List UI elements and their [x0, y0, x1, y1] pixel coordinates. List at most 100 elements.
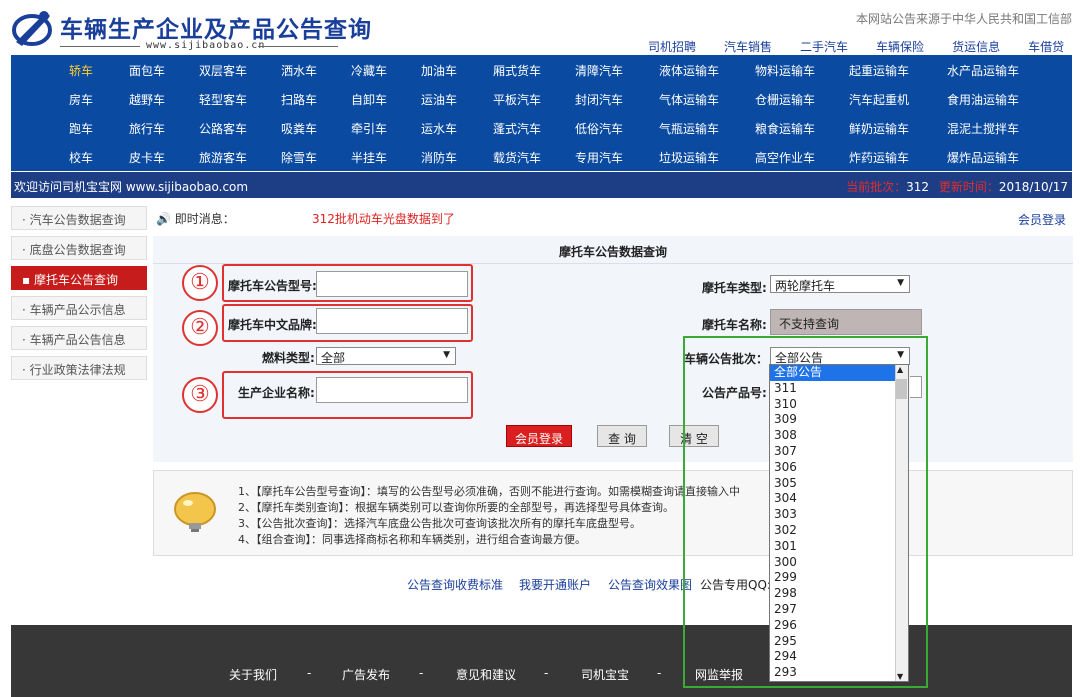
nav-item[interactable]: 汽车起重机: [849, 91, 909, 108]
type-value: 两轮摩托车: [775, 279, 836, 293]
site-title: 车辆生产企业及产品公告查询: [60, 17, 372, 43]
top-link-freight[interactable]: 货运信息: [952, 38, 1000, 55]
sidebar-item-product-publicity[interactable]: · 车辆产品公示信息: [11, 296, 147, 320]
nav-row: 房车 越野车 轻型客车 扫路车 自卸车 运油车 平板汽车 封闭汽车 气体运输车 仓栅运输车 汽车起重…: [11, 84, 1072, 113]
highlight-box-green: [683, 336, 928, 688]
nav-row: 校车 皮卡车 旅游客车 除雪车 半挂车 消防车 载货汽车 专用汽车 垃圾运输车 高空作业车 炸药运输…: [11, 142, 1072, 171]
nav-item[interactable]: 半挂车: [351, 149, 387, 166]
nav-item[interactable]: 运水车: [421, 120, 457, 137]
sidebar-item-product-announcement[interactable]: · 车辆产品公告信息: [11, 326, 147, 350]
nav-item[interactable]: 气瓶运输车: [659, 120, 719, 137]
nav-item[interactable]: 旅行车: [129, 120, 165, 137]
footer-sijibaobao[interactable]: 司机宝宝: [581, 666, 629, 683]
sidebar-item-label: 底盘公告数据查询: [29, 243, 126, 257]
link-pricing[interactable]: 公告查询收费标准: [407, 576, 503, 593]
nav-item[interactable]: 低俗汽车: [575, 120, 623, 137]
sidebar-item-label: 车辆产品公告信息: [29, 333, 126, 347]
query-button[interactable]: 查 询: [597, 425, 647, 447]
top-links: 司机招聘 汽车销售 二手汽车 车辆保险 货运信息 车借贷: [648, 38, 1080, 55]
footer-about[interactable]: 关于我们: [229, 666, 277, 683]
fuel-select[interactable]: 全部 ▼: [316, 347, 456, 365]
nav-item[interactable]: 水产品运输车: [947, 62, 1019, 79]
nav-item[interactable]: 轻型客车: [199, 91, 247, 108]
nav-item[interactable]: 旅游客车: [199, 149, 247, 166]
circle-marker-2: ②: [182, 310, 218, 346]
welcome-text: 欢迎访问司机宝宝网 www.sijibaobao.com: [14, 180, 249, 194]
nav-item[interactable]: 吸粪车: [281, 120, 317, 137]
nav-item[interactable]: 气体运输车: [659, 91, 719, 108]
welcome-bar: 欢迎访问司机宝宝网 www.sijibaobao.com 当前批次：312 更新…: [11, 172, 1072, 198]
nav-item[interactable]: 起重运输车: [849, 62, 909, 79]
nav-item[interactable]: 加油车: [421, 62, 457, 79]
nav-item[interactable]: 冷藏车: [351, 62, 387, 79]
nav-item[interactable]: 自卸车: [351, 91, 387, 108]
nav-item[interactable]: 鲜奶运输车: [849, 120, 909, 137]
top-link-car-sales[interactable]: 汽车销售: [724, 38, 772, 55]
link-open-account[interactable]: 我要开通账户: [519, 576, 591, 593]
nav-item[interactable]: 仓栅运输车: [755, 91, 815, 108]
member-login-button[interactable]: 会员登录: [506, 425, 572, 447]
divider: [60, 46, 140, 47]
nav-item[interactable]: 封闭汽车: [575, 91, 623, 108]
nav-item[interactable]: 面包车: [129, 62, 165, 79]
top-link-loans[interactable]: 车借贷: [1028, 38, 1064, 55]
nav-item[interactable]: 公路客车: [199, 120, 247, 137]
top-link-used-cars[interactable]: 二手汽车: [800, 38, 848, 55]
nav-item[interactable]: 越野车: [129, 91, 165, 108]
footer-sep: -: [307, 666, 312, 680]
nav-item[interactable]: 垃圾运输车: [659, 149, 719, 166]
nav-item[interactable]: 专用汽车: [575, 149, 623, 166]
news-message[interactable]: 312批机动车光盘数据到了: [312, 210, 455, 227]
nav-item[interactable]: 平板汽车: [493, 91, 541, 108]
nav-item[interactable]: 跑车: [69, 120, 93, 137]
note-1: 1、【摩托车公告型号查询】：填写的公告型号必须准确，否则不能进行查询。如需模糊查…: [238, 485, 740, 498]
nav-item[interactable]: 液体运输车: [659, 62, 719, 79]
nav-item[interactable]: 粮食运输车: [755, 120, 815, 137]
type-select[interactable]: 两轮摩托车 ▼: [770, 275, 910, 293]
nav-item[interactable]: 爆炸品运输车: [947, 149, 1019, 166]
sidebar-item-car-query[interactable]: · 汽车公告数据查询: [11, 206, 147, 230]
type-label: 摩托车类型:: [702, 281, 767, 295]
nav-item[interactable]: 厢式货车: [493, 62, 541, 79]
nav-item[interactable]: 高空作业车: [755, 149, 815, 166]
nav-item[interactable]: 清障汽车: [575, 62, 623, 79]
member-login-link[interactable]: 会员登录: [1018, 211, 1066, 228]
highlight-box-2: [222, 304, 473, 342]
nav-item[interactable]: 扫路车: [281, 91, 317, 108]
nav-item[interactable]: 物料运输车: [755, 62, 815, 79]
nav-item[interactable]: 轿车: [69, 62, 93, 79]
nav-item[interactable]: 校车: [69, 149, 93, 166]
top-link-insurance[interactable]: 车辆保险: [876, 38, 924, 55]
speaker-icon: 🔊: [156, 212, 171, 226]
nav-item[interactable]: 食用油运输车: [947, 91, 1019, 108]
sidebar-item-label: 行业政策法律法规: [29, 363, 126, 377]
top-link-jobs[interactable]: 司机招聘: [648, 38, 696, 55]
form-title: 摩托车公告数据查询: [153, 236, 1073, 264]
circle-marker-3: ③: [182, 377, 218, 413]
nav-item[interactable]: 皮卡车: [129, 149, 165, 166]
nav-item[interactable]: 消防车: [421, 149, 457, 166]
nav-item[interactable]: 炸药运输车: [849, 149, 909, 166]
sidebar-item-chassis-query[interactable]: · 底盘公告数据查询: [11, 236, 147, 260]
nav-item[interactable]: 载货汽车: [493, 149, 541, 166]
nav-item[interactable]: 双层客车: [199, 62, 247, 79]
nav-item[interactable]: 混泥土搅拌车: [947, 120, 1019, 137]
nav-item[interactable]: 除雪车: [281, 149, 317, 166]
nav-item[interactable]: 牵引车: [351, 120, 387, 137]
nav-item[interactable]: 蓬式汽车: [493, 120, 541, 137]
update-value: 2018/10/17: [998, 180, 1068, 194]
footer-ads[interactable]: 广告发布: [342, 666, 390, 683]
sidebar-item-motorcycle-query[interactable]: ▪ 摩托车公告查询: [11, 266, 147, 290]
sidebar: · 汽车公告数据查询 · 底盘公告数据查询 ▪ 摩托车公告查询 · 车辆产品公示…: [11, 206, 147, 386]
footer-feedback[interactable]: 意见和建议: [456, 666, 516, 683]
footer-sep: -: [657, 666, 662, 680]
news-ticker: 🔊 即时消息：: [156, 210, 235, 227]
nav-item[interactable]: 洒水车: [281, 62, 317, 79]
nav-item[interactable]: 房车: [69, 91, 93, 108]
batch-value: 312: [906, 180, 929, 194]
note-4: 4、【组合查询】：同事选择商标名称和车辆类别，进行组合查询最方便。: [238, 533, 586, 546]
batch-label: 当前批次：: [846, 180, 907, 194]
link-demo[interactable]: 公告查询效果图: [608, 576, 692, 593]
sidebar-item-policy-law[interactable]: · 行业政策法律法规: [11, 356, 147, 380]
nav-item[interactable]: 运油车: [421, 91, 457, 108]
